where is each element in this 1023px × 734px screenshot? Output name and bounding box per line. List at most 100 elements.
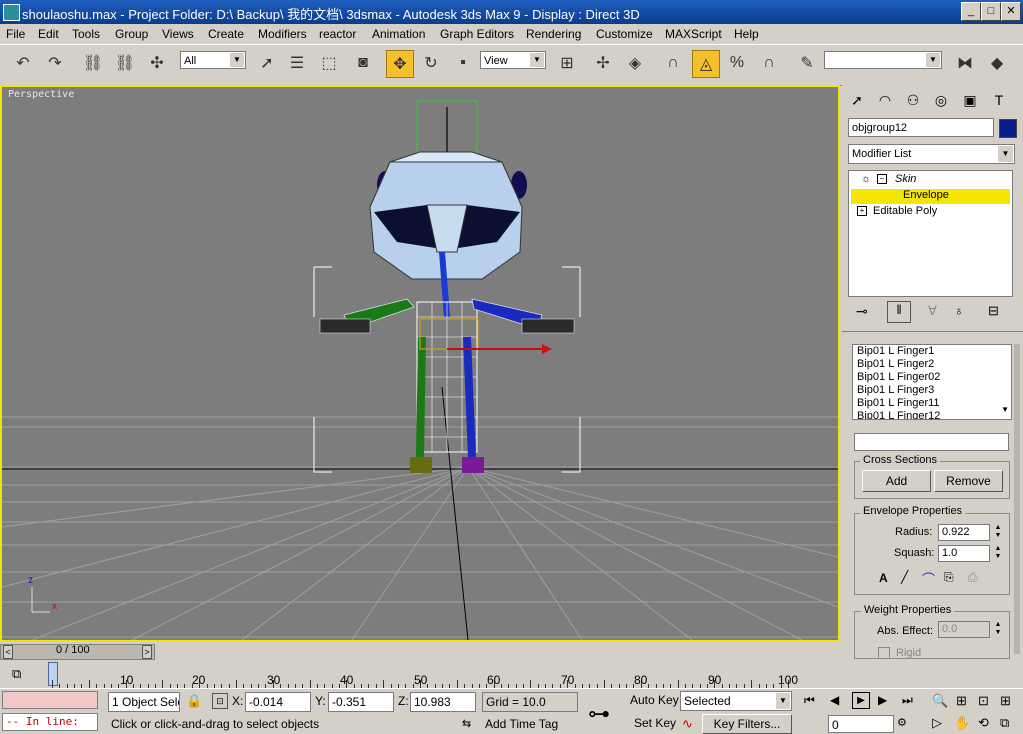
- rigid-checkbox[interactable]: [878, 647, 890, 659]
- display-tab-icon[interactable]: ▣: [958, 89, 982, 111]
- percent-snap-icon[interactable]: %: [724, 50, 750, 76]
- undo-icon[interactable]: ↶: [10, 50, 36, 76]
- absolute-effect-icon[interactable]: A: [879, 571, 888, 585]
- key-mode-icon[interactable]: ∿: [682, 716, 693, 732]
- hierarchy-tab-icon[interactable]: ⚇: [901, 89, 925, 111]
- bone-list-item[interactable]: Bip01 L Finger11: [857, 397, 940, 410]
- maximize-button[interactable]: □: [981, 2, 1001, 21]
- zoom-extents-all-icon[interactable]: ⊞: [1000, 693, 1011, 709]
- squash-spinner[interactable]: ▲ ▼: [993, 545, 1003, 561]
- menu-customize[interactable]: Customize: [596, 27, 653, 41]
- menu-tools[interactable]: Tools: [72, 27, 100, 41]
- abs-effect-field[interactable]: 0.0: [938, 621, 990, 638]
- angle-snap-icon[interactable]: ◬: [692, 50, 720, 78]
- track-bar[interactable]: ⧉ 0 10 20 30 40 50 60 70 80 90 100: [0, 662, 840, 688]
- keyboard-shortcut-override-icon[interactable]: ◈: [622, 50, 648, 76]
- align-icon[interactable]: ◆: [984, 50, 1010, 76]
- bone-list-item[interactable]: Bip01 L Finger02: [857, 371, 940, 384]
- add-time-tag[interactable]: Add Time Tag: [482, 715, 578, 733]
- menu-group[interactable]: Group: [115, 27, 148, 41]
- stack-item-skin[interactable]: ☼ − Skin: [851, 173, 1010, 188]
- bone-list[interactable]: Bip01 L Finger1 Bip01 L Finger2 Bip01 L …: [852, 344, 1012, 420]
- remove-modifier-icon[interactable]: ♁: [954, 303, 964, 318]
- object-color-swatch[interactable]: [999, 119, 1017, 138]
- bone-list-item[interactable]: Bip01 L Finger1: [857, 345, 940, 358]
- key-filters-button[interactable]: Key Filters...: [702, 714, 792, 734]
- configure-modifier-sets-icon[interactable]: ⊟: [988, 303, 999, 319]
- perspective-viewport[interactable]: Perspective z x: [0, 85, 840, 642]
- squash-field[interactable]: 1.0: [938, 545, 990, 562]
- stack-item-envelope[interactable]: Envelope: [851, 189, 1010, 204]
- show-end-result-icon[interactable]: ‖: [887, 301, 911, 323]
- menu-edit[interactable]: Edit: [38, 27, 59, 41]
- select-and-scale-icon[interactable]: ▪: [450, 50, 476, 76]
- lightbulb-icon[interactable]: ☼: [861, 173, 871, 185]
- create-tab-icon[interactable]: ➚: [845, 89, 869, 111]
- falloff-curve-icon[interactable]: ⌒: [922, 569, 935, 588]
- select-and-link-icon[interactable]: ⛓: [80, 50, 106, 76]
- current-frame-field[interactable]: 0: [828, 715, 894, 733]
- menu-reactor[interactable]: reactor: [319, 27, 356, 41]
- bone-list-item[interactable]: Bip01 L Finger2: [857, 358, 940, 371]
- select-and-move-icon[interactable]: ✥: [386, 50, 414, 78]
- menu-rendering[interactable]: Rendering: [526, 27, 581, 41]
- zoom-extents-icon[interactable]: ⊡: [978, 693, 989, 709]
- maxscript-listener-mini[interactable]: [2, 691, 98, 709]
- object-name-field[interactable]: objgroup12: [848, 118, 994, 137]
- modifier-list-dropdown[interactable]: Modifier List ▼: [848, 144, 1015, 164]
- falloff-linear-icon[interactable]: ╱: [901, 570, 908, 584]
- set-key-button[interactable]: Set Key: [634, 716, 676, 730]
- radius-spinner[interactable]: ▲ ▼: [993, 524, 1003, 540]
- pin-stack-icon[interactable]: ⊸: [856, 303, 868, 320]
- time-tag-icon[interactable]: ⇆: [462, 717, 471, 730]
- collapse-icon[interactable]: −: [877, 174, 887, 184]
- named-selection-dropdown[interactable]: ▼: [824, 51, 942, 69]
- abs-effect-spinner[interactable]: ▲ ▼: [993, 621, 1003, 637]
- edit-named-selection-icon[interactable]: ✎: [794, 50, 820, 76]
- auto-key-button[interactable]: Auto Key: [630, 693, 679, 707]
- redo-icon[interactable]: ↷: [42, 50, 68, 76]
- x-coordinate-field[interactable]: -0.014: [245, 692, 311, 712]
- previous-frame-icon[interactable]: ◀: [830, 693, 839, 707]
- app-icon[interactable]: [3, 4, 20, 21]
- stack-item-editable-poly[interactable]: + Editable Poly: [851, 205, 1010, 220]
- spinner-snap-icon[interactable]: ∩: [756, 50, 782, 76]
- menu-file[interactable]: File: [6, 27, 25, 41]
- menu-graph-editors[interactable]: Graph Editors: [440, 27, 514, 41]
- radius-field[interactable]: 0.922: [938, 524, 990, 541]
- bone-list-item[interactable]: Bip01 L Finger12: [857, 410, 940, 419]
- remove-cross-section-button[interactable]: Remove: [934, 470, 1003, 492]
- y-coordinate-field[interactable]: -0.351: [328, 692, 394, 712]
- reference-coord-dropdown[interactable]: View ▼: [480, 51, 546, 69]
- lock-icon[interactable]: 🔒: [186, 693, 202, 709]
- z-coordinate-field[interactable]: 10.983: [410, 692, 476, 712]
- pivot-center-icon[interactable]: ⊞: [554, 50, 580, 76]
- utilities-tab-icon[interactable]: T: [987, 89, 1011, 111]
- set-key-key-icon[interactable]: ⊶: [588, 701, 610, 727]
- bone-filter-field[interactable]: [854, 433, 1009, 451]
- scroll-down-icon[interactable]: ▼: [1001, 405, 1009, 414]
- zoom-all-icon[interactable]: ⊞: [956, 693, 967, 709]
- select-by-name-icon[interactable]: ☰: [284, 50, 310, 76]
- time-slider-prev[interactable]: <: [3, 645, 13, 659]
- menu-maxscript[interactable]: MAXScript: [665, 27, 722, 41]
- menu-modifiers[interactable]: Modifiers: [258, 27, 307, 41]
- select-and-rotate-icon[interactable]: ↻: [418, 50, 444, 76]
- select-and-manipulate-icon[interactable]: ✢: [590, 50, 616, 76]
- close-button[interactable]: ✕: [1001, 2, 1021, 21]
- maximize-viewport-icon[interactable]: ⧉: [1000, 715, 1009, 731]
- make-unique-icon[interactable]: ∀: [928, 303, 937, 319]
- next-frame-icon[interactable]: ▶: [878, 693, 887, 707]
- curve-editor-icon[interactable]: ⧉: [12, 666, 21, 682]
- time-slider-next[interactable]: >: [142, 645, 152, 659]
- go-to-start-icon[interactable]: ⏮: [804, 693, 815, 708]
- snaps-toggle-icon[interactable]: ∩: [660, 50, 686, 76]
- bone-list-item[interactable]: Bip01 L Finger3: [857, 384, 940, 397]
- copy-envelope-icon[interactable]: ⎘: [944, 570, 954, 585]
- time-config-icon[interactable]: ⚙: [897, 716, 907, 729]
- menu-create[interactable]: Create: [208, 27, 244, 41]
- panel-scrollbar[interactable]: [1014, 344, 1020, 654]
- paste-envelope-icon[interactable]: ⎙: [968, 570, 978, 585]
- play-icon[interactable]: ▶: [852, 692, 870, 709]
- key-mode-dropdown[interactable]: Selected ▼: [680, 691, 792, 711]
